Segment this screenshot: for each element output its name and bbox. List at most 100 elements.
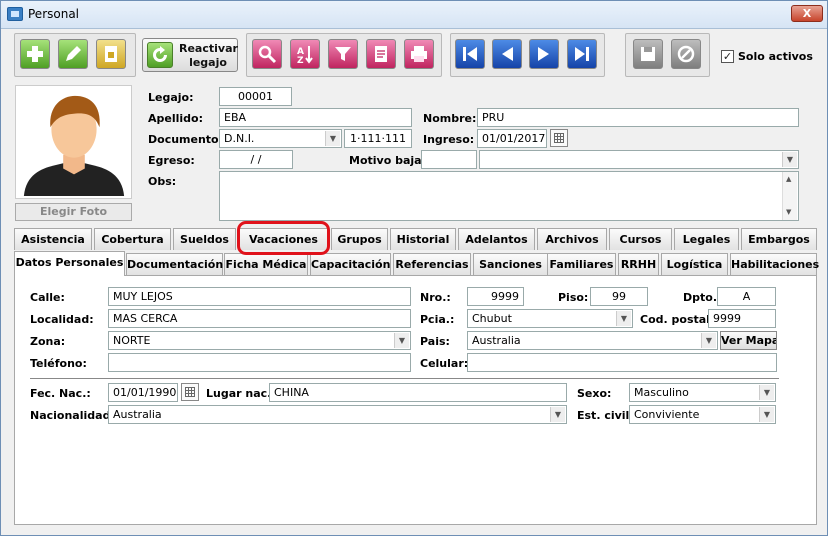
report-button[interactable]	[366, 39, 396, 69]
tab-adelantos[interactable]: Adelantos	[458, 228, 535, 250]
calle-field[interactable]: MUY LEJOS	[108, 287, 411, 306]
tab-asistencia[interactable]: Asistencia	[14, 228, 92, 250]
title-bar: Personal X	[1, 1, 827, 29]
copy-button[interactable]	[96, 39, 126, 69]
dpto-label: Dpto.:	[683, 291, 722, 304]
chevron-down-icon[interactable]: ▼	[759, 407, 774, 422]
vacaciones-highlight	[237, 221, 330, 255]
solo-activos-checkbox[interactable]: ✓	[721, 50, 734, 63]
tab-rrhh[interactable]: RRHH	[618, 253, 659, 275]
close-button[interactable]: X	[791, 5, 823, 22]
sexo-select[interactable]: Masculino ▼	[629, 383, 776, 402]
apellido-field[interactable]: EBA	[219, 108, 412, 127]
localidad-label: Localidad:	[30, 313, 94, 326]
tab-documentación[interactable]: Documentación	[126, 253, 223, 275]
piso-label: Piso:	[558, 291, 589, 304]
reactivar-legajo-button[interactable]: Reactivar legajo	[142, 38, 238, 72]
cancel-button[interactable]	[671, 39, 701, 69]
tab-historial[interactable]: Historial	[390, 228, 456, 250]
prev-record-button[interactable]	[492, 39, 522, 69]
tab-ficha-médica[interactable]: Ficha Médica	[224, 253, 308, 275]
obs-scrollbar[interactable]: ▲ ▼	[782, 172, 797, 220]
nombre-field[interactable]: PRU	[477, 108, 799, 127]
fec-nac-label: Fec. Nac.:	[30, 387, 91, 400]
sort-button[interactable]: AZ	[290, 39, 320, 69]
tab-referencias[interactable]: Referencias	[393, 253, 471, 275]
tab-habilitaciones[interactable]: Habilitaciones	[730, 253, 819, 275]
pais-label: Pais:	[420, 335, 450, 348]
copy-icon	[105, 46, 117, 62]
tab-archivos[interactable]: Archivos	[537, 228, 607, 250]
tab-cobertura[interactable]: Cobertura	[94, 228, 171, 250]
tab-grupos[interactable]: Grupos	[331, 228, 388, 250]
lugar-nac-field[interactable]: CHINA	[269, 383, 567, 402]
obs-textarea[interactable]	[219, 171, 799, 221]
tab-familiares[interactable]: Familiares	[547, 253, 616, 275]
localidad-field[interactable]: MAS CERCA	[108, 309, 411, 328]
chevron-down-icon[interactable]: ▼	[616, 311, 631, 326]
add-button[interactable]	[20, 39, 50, 69]
search-button[interactable]	[252, 39, 282, 69]
filter-button[interactable]	[328, 39, 358, 69]
calle-label: Calle:	[30, 291, 65, 304]
chevron-down-icon[interactable]: ▼	[325, 131, 340, 146]
tab-embargos[interactable]: Embargos	[741, 228, 817, 250]
tab-sanciones[interactable]: Sanciones	[473, 253, 548, 275]
print-button[interactable]	[404, 39, 434, 69]
tab-cursos[interactable]: Cursos	[609, 228, 672, 250]
motivo-baja-code-field[interactable]	[421, 150, 477, 169]
nacionalidad-label: Nacionalidad:	[30, 409, 115, 422]
ingreso-calendar-icon[interactable]	[550, 129, 568, 147]
zona-select[interactable]: NORTE ▼	[108, 331, 411, 350]
next-record-button[interactable]	[529, 39, 559, 69]
est-civil-select[interactable]: Conviviente ▼	[629, 405, 776, 424]
elegir-foto-button[interactable]: Elegir Foto	[15, 203, 132, 221]
nro-field[interactable]: 9999	[467, 287, 524, 306]
save-icon	[641, 47, 655, 61]
last-record-button[interactable]	[567, 39, 597, 69]
nacionalidad-select[interactable]: Australia ▼	[108, 405, 567, 424]
tab-capacitación[interactable]: Capacitación	[310, 253, 391, 275]
tab-legales[interactable]: Legales	[674, 228, 739, 250]
dpto-field[interactable]: A	[717, 287, 776, 306]
pcia-select[interactable]: Chubut ▼	[467, 309, 633, 328]
tab-logística[interactable]: Logística	[661, 253, 728, 275]
cod-postal-field[interactable]: 9999	[708, 309, 776, 328]
ver-mapa-button[interactable]: Ver Mapa	[720, 331, 777, 350]
prev-record-icon	[502, 47, 513, 61]
sexo-value: Masculino	[634, 386, 689, 399]
legajo-field[interactable]: 00001	[219, 87, 292, 106]
doc-number-field[interactable]: 1·111·111	[344, 129, 412, 148]
ingreso-field[interactable]: 01/01/2017	[477, 129, 547, 148]
window-title: Personal	[28, 7, 80, 21]
print-icon	[411, 46, 427, 62]
avatar-icon	[23, 95, 125, 197]
chevron-down-icon[interactable]: ▼	[394, 333, 409, 348]
egreso-field[interactable]: / /	[219, 150, 293, 169]
celular-field[interactable]	[467, 353, 777, 372]
chevron-down-icon[interactable]: ▼	[759, 385, 774, 400]
pais-select[interactable]: Australia ▼	[467, 331, 718, 350]
fec-nac-calendar-icon[interactable]	[181, 383, 199, 401]
cod-postal-label: Cod. postal:	[640, 313, 715, 326]
fec-nac-field[interactable]: 01/01/1990	[108, 383, 178, 402]
doc-type-select[interactable]: D.N.I. ▼	[219, 129, 342, 148]
motivo-baja-select[interactable]: ▼	[479, 150, 799, 169]
employee-photo	[15, 85, 132, 199]
telefono-field[interactable]	[108, 353, 411, 372]
piso-field[interactable]: 99	[590, 287, 648, 306]
chevron-down-icon[interactable]: ▼	[550, 407, 565, 422]
cancel-icon	[677, 45, 695, 63]
tab-sueldos[interactable]: Sueldos	[173, 228, 236, 250]
save-button[interactable]	[633, 39, 663, 69]
chevron-down-icon[interactable]: ▼	[701, 333, 716, 348]
section-divider	[30, 378, 779, 379]
telefono-label: Teléfono:	[30, 357, 87, 370]
est-civil-value: Conviviente	[634, 408, 700, 421]
first-record-button[interactable]	[455, 39, 485, 69]
chevron-down-icon[interactable]: ▼	[782, 152, 797, 167]
solo-activos-label: Solo activos	[738, 50, 813, 63]
svg-text:Z: Z	[297, 56, 304, 65]
tab-datos-personales[interactable]: Datos Personales	[14, 251, 125, 276]
edit-button[interactable]	[58, 39, 88, 69]
